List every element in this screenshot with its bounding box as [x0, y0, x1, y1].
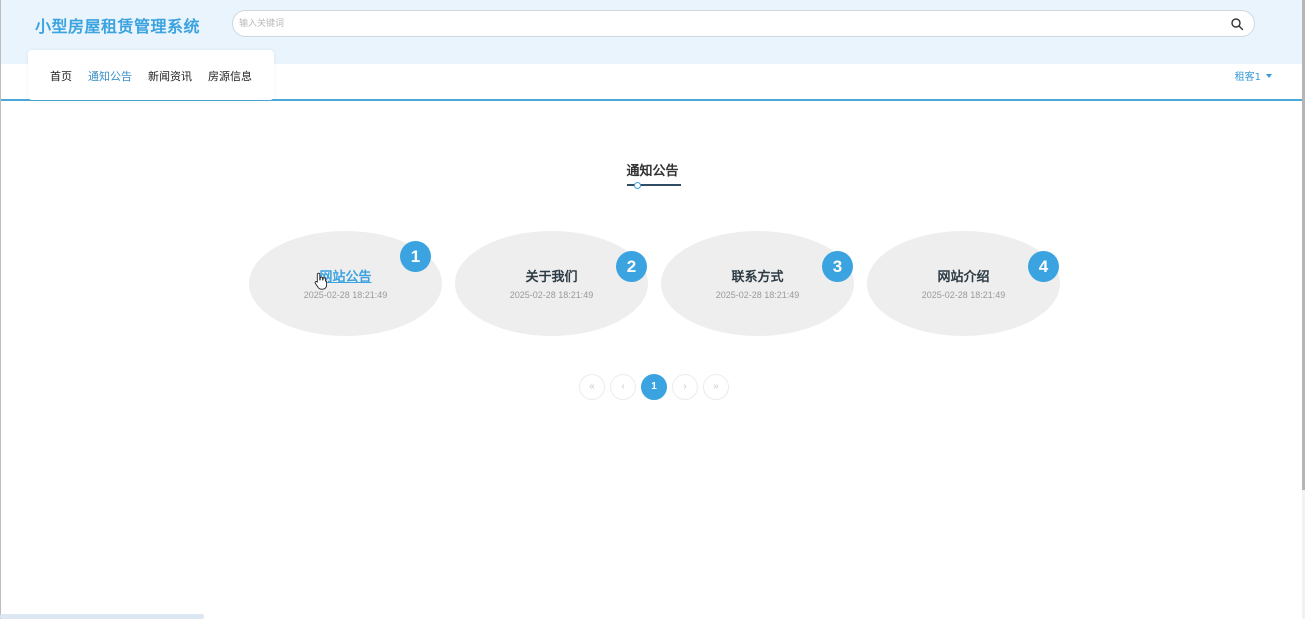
- card-number-badge: 4: [1028, 251, 1059, 282]
- pager-next-button[interactable]: ›: [672, 374, 698, 400]
- caret-down-icon: [1266, 73, 1272, 78]
- site-title[interactable]: 小型房屋租赁管理系统: [35, 13, 200, 37]
- card-number-badge: 2: [616, 251, 647, 282]
- notice-card[interactable]: 联系方式 2025-02-28 18:21:49: [661, 231, 854, 336]
- pager-page-button[interactable]: 1: [641, 374, 667, 400]
- pager-last-button[interactable]: »: [703, 374, 729, 400]
- notice-card-date: 2025-02-28 18:21:49: [921, 290, 1006, 300]
- notice-card[interactable]: 网站介绍 2025-02-28 18:21:49: [867, 231, 1060, 336]
- search-box[interactable]: [232, 10, 1255, 37]
- nav-item-home[interactable]: 首页: [50, 68, 72, 84]
- horizontal-scrollbar[interactable]: [0, 614, 204, 619]
- section-title: 通知公告: [626, 164, 679, 179]
- search-input[interactable]: [239, 14, 1219, 33]
- card-number-badge: 1: [400, 241, 431, 272]
- notice-card-date: 2025-02-28 18:21:49: [509, 290, 594, 300]
- notice-card-date: 2025-02-28 18:21:49: [303, 290, 388, 300]
- pager-prev-button[interactable]: ‹: [610, 374, 636, 400]
- search-icon[interactable]: [1230, 17, 1244, 31]
- title-dot: [634, 182, 641, 189]
- card-number-badge: 3: [822, 251, 853, 282]
- notice-card-date: 2025-02-28 18:21:49: [715, 290, 800, 300]
- nav-item-news[interactable]: 新闻资讯: [148, 68, 192, 84]
- user-name: 租客1: [1234, 72, 1261, 83]
- window-left-edge: [0, 0, 1, 619]
- notice-card[interactable]: 关于我们 2025-02-28 18:21:49: [455, 231, 648, 336]
- nav-item-listings[interactable]: 房源信息: [208, 68, 252, 84]
- nav-item-notices[interactable]: 通知公告: [88, 68, 132, 84]
- user-menu[interactable]: 租客1: [1235, 68, 1272, 83]
- main-nav: 首页 通知公告 新闻资讯 房源信息: [28, 50, 274, 100]
- hand-pointer-icon: [314, 272, 328, 290]
- pager-first-button[interactable]: «: [579, 374, 605, 400]
- page: 小型房屋租赁管理系统 首页 通知公告 新闻资讯 房源信息 租客1 通知公告 网站…: [0, 0, 1305, 619]
